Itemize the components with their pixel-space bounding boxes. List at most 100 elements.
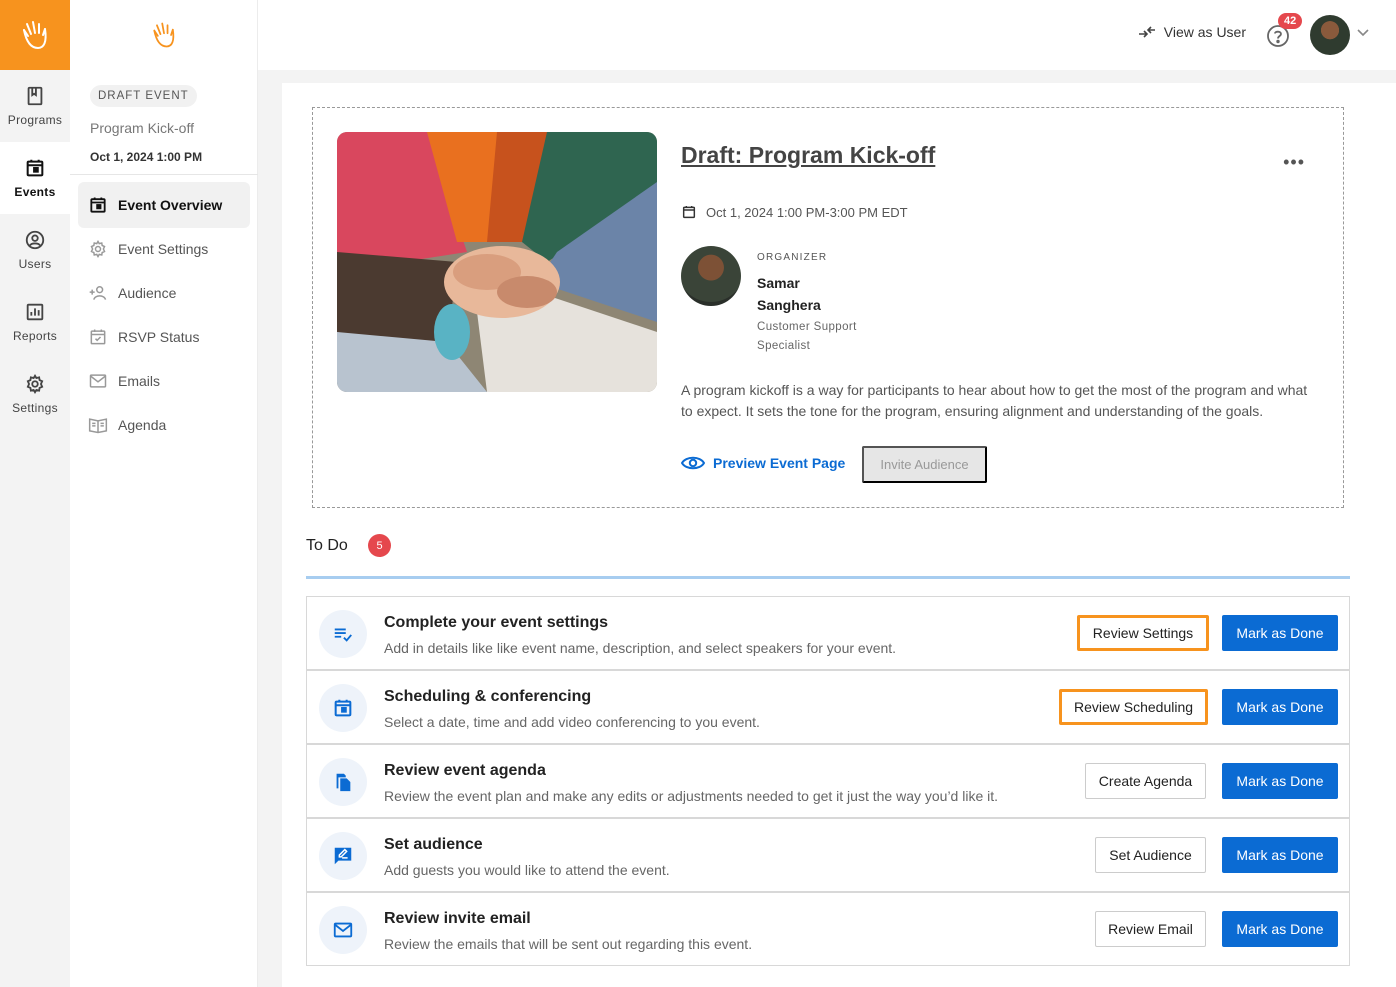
view-as-user-button[interactable]: View as User	[1138, 24, 1246, 40]
rail-item-reports[interactable]: Reports	[0, 286, 70, 358]
mark-as-done-button[interactable]: Mark as Done	[1222, 763, 1338, 799]
review-scheduling-button[interactable]: Review Scheduling	[1059, 689, 1208, 725]
calendar-icon	[319, 684, 367, 732]
checklist-icon	[319, 610, 367, 658]
rail-item-programs[interactable]: Programs	[0, 70, 70, 142]
todo-item-event-settings: Complete your event settings Add in deta…	[306, 596, 1350, 670]
sidebar-item-label: Event Settings	[118, 241, 209, 257]
mail-icon	[319, 906, 367, 954]
mark-as-done-button[interactable]: Mark as Done	[1222, 615, 1338, 651]
top-bar: View as User 42	[258, 0, 1396, 70]
todo-item-title: Review event agenda	[384, 762, 546, 779]
rail-item-label: Users	[18, 257, 52, 271]
todo-item-title: Set audience	[384, 836, 483, 853]
review-settings-button[interactable]: Review Settings	[1077, 615, 1209, 651]
sidebar-item-label: RSVP Status	[118, 329, 200, 345]
set-audience-button[interactable]: Set Audience	[1095, 837, 1206, 873]
rail-item-events[interactable]: Events	[0, 142, 70, 214]
chevron-down-icon[interactable]	[1356, 28, 1370, 38]
todo-item-title: Complete your event settings	[384, 614, 609, 631]
todo-item-subtitle: Add in details like like event name, des…	[384, 640, 897, 656]
more-options-icon[interactable]: •••	[1283, 152, 1305, 173]
event-datetime: Oct 1, 2024 1:00 PM-3:00 PM EDT	[681, 204, 908, 220]
calendar-icon	[682, 206, 696, 219]
book-open-icon	[88, 418, 108, 434]
calendar-icon	[90, 197, 106, 213]
mail-icon	[89, 374, 107, 388]
todo-count-badge: 5	[368, 534, 391, 557]
mark-as-done-button[interactable]: Mark as Done	[1222, 689, 1338, 725]
todo-divider	[306, 576, 1350, 579]
hands-together-image	[337, 132, 657, 392]
todo-item-title: Scheduling & conferencing	[384, 688, 592, 705]
rail-item-label: Events	[14, 185, 56, 199]
waving-hand-icon	[152, 22, 174, 48]
sidebar-item-label: Emails	[118, 373, 161, 389]
sidebar-item-label: Agenda	[118, 417, 167, 433]
organizer-label: ORGANIZER	[757, 252, 828, 263]
sidebar-item-emails[interactable]: Emails	[78, 358, 250, 404]
app-logo[interactable]	[0, 0, 70, 70]
sidebar-event-date: Oct 1, 2024 1:00 PM	[90, 150, 203, 164]
organizer-role: Customer Support Specialist	[757, 321, 857, 352]
sidebar-item-audience[interactable]: Audience	[78, 270, 250, 316]
event-description: A program kickoff is a way for participa…	[681, 382, 1308, 419]
event-datetime-text: Oct 1, 2024 1:00 PM-3:00 PM EDT	[706, 204, 908, 220]
todo-item-subtitle: Add guests you would like to attend the …	[384, 862, 670, 878]
sidebar-item-event-settings[interactable]: Event Settings	[78, 226, 250, 272]
swap-arrows-icon	[1138, 26, 1155, 38]
event-title[interactable]: Draft: Program Kick-off	[681, 142, 935, 169]
event-summary-card: Draft: Program Kick-off ••• Oct 1, 2024 …	[312, 107, 1344, 508]
sidebar-nav: Event Overview Event Settings Audience R…	[78, 182, 250, 446]
todo-item-invite-email: Review invite email Review the emails th…	[306, 892, 1350, 966]
main-content: Draft: Program Kick-off ••• Oct 1, 2024 …	[282, 83, 1396, 987]
sidebar-item-event-overview[interactable]: Event Overview	[78, 182, 250, 228]
create-agenda-button[interactable]: Create Agenda	[1085, 763, 1206, 799]
edit-message-icon	[319, 832, 367, 880]
gear-icon	[90, 240, 106, 258]
todo-heading: To Do	[306, 537, 348, 554]
mark-as-done-button[interactable]: Mark as Done	[1222, 911, 1338, 947]
mark-as-done-button[interactable]: Mark as Done	[1222, 837, 1338, 873]
preview-event-page-label: Preview Event Page	[713, 455, 846, 471]
user-circle-icon	[25, 230, 45, 250]
sidebar-logo	[70, 0, 257, 70]
todo-item-subtitle: Review the event plan and make any edits…	[384, 788, 999, 804]
status-badge: DRAFT EVENT	[90, 85, 197, 107]
todo-item-subtitle: Select a date, time and add video confer…	[384, 714, 760, 730]
invite-audience-button[interactable]: Invite Audience	[862, 446, 987, 483]
avatar[interactable]	[1310, 15, 1350, 55]
todo-item-title: Review invite email	[384, 910, 531, 927]
rail-item-users[interactable]: Users	[0, 214, 70, 286]
rail-item-label: Settings	[12, 401, 58, 415]
preview-event-page-link[interactable]: Preview Event Page	[681, 455, 845, 471]
notification-badge: 42	[1278, 13, 1303, 29]
icon-rail: Programs Events Users Reports Settings	[0, 0, 70, 987]
sidebar-item-label: Event Overview	[118, 197, 223, 213]
organizer-name: Samar Sanghera	[757, 275, 821, 313]
add-user-icon	[89, 286, 107, 300]
sidebar-item-rsvp-status[interactable]: RSVP Status	[78, 314, 250, 360]
todo-item-subtitle: Review the emails that will be sent out …	[384, 936, 753, 952]
book-icon	[27, 86, 43, 106]
divider	[70, 174, 258, 175]
calendar-check-icon	[90, 329, 106, 345]
sidebar-item-agenda[interactable]: Agenda	[78, 402, 250, 448]
files-icon	[319, 758, 367, 806]
rail-item-label: Programs	[7, 113, 63, 127]
rail-item-label: Reports	[12, 329, 58, 343]
view-as-user-label: View as User	[1163, 24, 1246, 40]
event-cover-image	[337, 132, 657, 392]
todo-item-scheduling: Scheduling & conferencing Select a date,…	[306, 670, 1350, 744]
calendar-icon	[26, 159, 44, 177]
rail-item-settings[interactable]: Settings	[0, 358, 70, 430]
review-email-button[interactable]: Review Email	[1095, 911, 1206, 947]
chart-icon	[26, 303, 44, 321]
todo-item-audience: Set audience Add guests you would like t…	[306, 818, 1350, 892]
waving-hand-icon	[23, 21, 47, 49]
organizer-avatar	[681, 246, 741, 306]
eye-icon	[681, 456, 705, 470]
sidebar-event-name: Program Kick-off	[90, 120, 194, 136]
event-sidebar: DRAFT EVENT Program Kick-off Oct 1, 2024…	[70, 0, 258, 987]
gear-icon	[26, 373, 44, 395]
